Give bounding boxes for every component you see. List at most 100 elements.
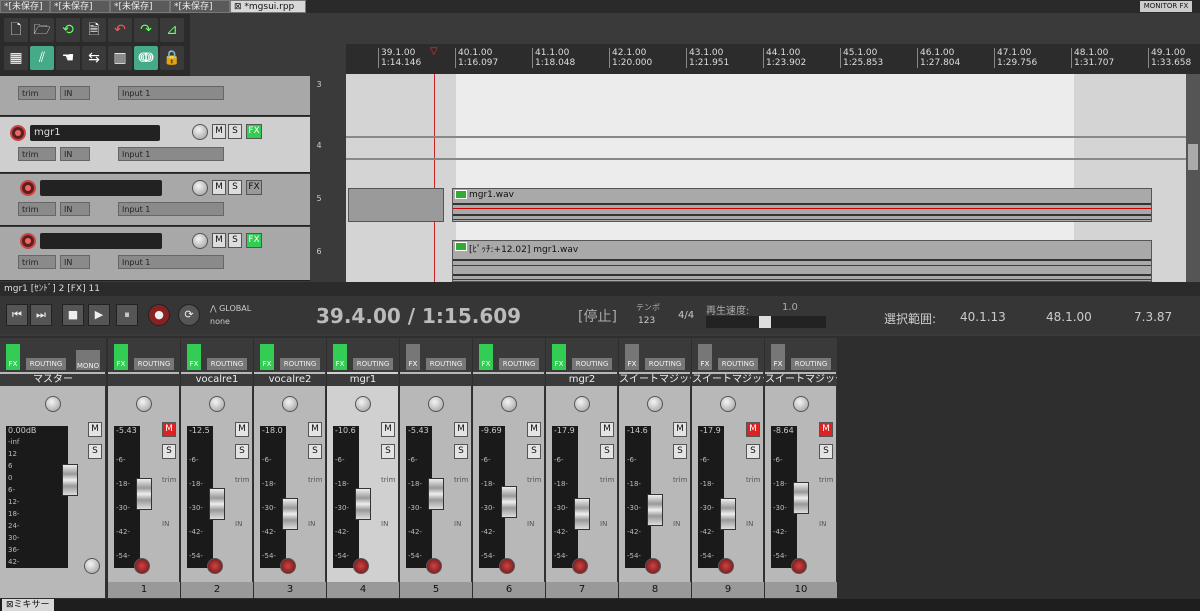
- solo-button[interactable]: S: [162, 444, 176, 459]
- media-item[interactable]: mgr1.wav: [452, 188, 1152, 222]
- selection-length[interactable]: 7.3.87: [1134, 310, 1172, 324]
- locking-icon[interactable]: 🔒: [160, 46, 184, 70]
- mixer-strip[interactable]: FX ROUTING スイートマジックc -14.6 -6- -18- -30- -42- -5…: [619, 338, 691, 598]
- solo-button[interactable]: S: [228, 180, 242, 195]
- solo-button[interactable]: S: [381, 444, 395, 459]
- routing-button[interactable]: ROUTING: [134, 358, 174, 370]
- input-select[interactable]: Input 1: [118, 202, 224, 216]
- volume-readout[interactable]: -5.43: [408, 426, 429, 435]
- track-name[interactable]: mgr1: [30, 125, 160, 141]
- trim-label[interactable]: trim: [381, 476, 395, 484]
- record-arm-button[interactable]: [207, 558, 223, 574]
- volume-readout[interactable]: 0.00dB: [8, 426, 36, 435]
- solo-button[interactable]: S: [228, 233, 242, 248]
- pause-button[interactable]: ⏸: [116, 304, 138, 326]
- trim-label[interactable]: trim: [673, 476, 687, 484]
- mute-button[interactable]: M: [746, 422, 760, 437]
- routing-button[interactable]: ROUTING: [645, 358, 685, 370]
- ripple-edit-icon[interactable]: ☚: [56, 46, 80, 70]
- vertical-scrollbar[interactable]: [1186, 74, 1200, 282]
- pan-knob[interactable]: [501, 396, 517, 412]
- mute-button[interactable]: M: [212, 233, 226, 248]
- mute-button[interactable]: M: [212, 124, 226, 139]
- envelope-lock-icon[interactable]: ▥: [108, 46, 132, 70]
- trim-button[interactable]: trim: [18, 147, 56, 161]
- volume-fader[interactable]: [574, 498, 590, 530]
- selection-end[interactable]: 48.1.00: [1046, 310, 1092, 324]
- trim-label[interactable]: trim: [162, 476, 176, 484]
- volume-knob[interactable]: [192, 124, 208, 140]
- strip-name[interactable]: [473, 374, 545, 386]
- trim-label[interactable]: trim: [600, 476, 614, 484]
- mixer-strip[interactable]: FX ROUTING スイートマジックc -17.9 -6- -18- -30- -42- -5…: [692, 338, 764, 598]
- open-project-icon[interactable]: 🗁: [30, 18, 54, 42]
- snap-icon[interactable]: ⫽: [30, 46, 54, 70]
- record-arm-button[interactable]: [499, 558, 515, 574]
- undo-icon[interactable]: ↶: [108, 18, 132, 42]
- strip-name[interactable]: スイートマジックc: [619, 374, 691, 386]
- mixer-strip[interactable]: FX ROUTING -5.43 -6- -18- -30- -42- -54- M Strim I…: [400, 338, 472, 598]
- mute-button[interactable]: M: [212, 180, 226, 195]
- mute-button[interactable]: M: [162, 422, 176, 437]
- pan-knob[interactable]: [647, 396, 663, 412]
- strip-name[interactable]: スイートマジック: [765, 374, 837, 386]
- routing-button[interactable]: ROUTING: [791, 358, 831, 370]
- record-arm-button[interactable]: [426, 558, 442, 574]
- volume-fader[interactable]: [428, 478, 444, 510]
- input-toggle[interactable]: IN: [60, 147, 90, 161]
- master-volume-fader[interactable]: [62, 464, 78, 496]
- timeline-ruler[interactable]: 39.1.00 1:14.146 40.1.00 1:16.097 41.1.00 1…: [346, 44, 1200, 74]
- pitch-envelope[interactable]: [453, 208, 1151, 209]
- play-button[interactable]: ▶: [88, 304, 110, 326]
- project-tab[interactable]: *[未保存]: [50, 0, 110, 13]
- solo-button[interactable]: S: [819, 444, 833, 459]
- record-arm-button[interactable]: [20, 233, 36, 249]
- mute-button[interactable]: M: [673, 422, 687, 437]
- go-to-start-button[interactable]: ⏮: [6, 304, 28, 326]
- solo-button[interactable]: S: [454, 444, 468, 459]
- trim-button[interactable]: trim: [18, 86, 56, 100]
- redo-icon[interactable]: ↷: [134, 18, 158, 42]
- fx-button[interactable]: FX: [625, 344, 639, 370]
- volume-fader[interactable]: [501, 486, 517, 518]
- go-to-end-button[interactable]: ⏭: [30, 304, 52, 326]
- input-label[interactable]: IN: [527, 520, 534, 528]
- record-arm-button[interactable]: [280, 558, 296, 574]
- trim-label[interactable]: trim: [819, 476, 833, 484]
- mute-button[interactable]: M: [88, 422, 102, 437]
- trim-label[interactable]: trim: [527, 476, 541, 484]
- media-item[interactable]: [ﾋﾟｯﾁ:+12.02] mgr1.wav: [452, 240, 1152, 282]
- arrange-view[interactable]: mgr1.wav [ﾋﾟｯﾁ:+12.02] mgr1.wav: [346, 74, 1200, 282]
- repeat-button[interactable]: ⟳: [178, 304, 200, 326]
- mute-button[interactable]: M: [381, 422, 395, 437]
- strip-name[interactable]: スイートマジックc: [692, 374, 764, 386]
- pan-knob[interactable]: [209, 396, 225, 412]
- mono-button[interactable]: MONO: [76, 350, 100, 370]
- playrate-slider[interactable]: [706, 316, 826, 328]
- volume-fader[interactable]: [282, 498, 298, 530]
- solo-button[interactable]: S: [746, 444, 760, 459]
- project-tab[interactable]: *[未保存]: [170, 0, 230, 13]
- pan-knob[interactable]: [574, 396, 590, 412]
- input-toggle[interactable]: IN: [60, 86, 90, 100]
- record-arm-button[interactable]: [353, 558, 369, 574]
- volume-readout[interactable]: -17.9: [554, 426, 575, 435]
- input-toggle[interactable]: IN: [60, 255, 90, 269]
- track-row[interactable]: M S FX trim IN Input 1 6: [0, 227, 322, 281]
- grid-icon[interactable]: ▦: [4, 46, 28, 70]
- fx-button[interactable]: FX: [552, 344, 566, 370]
- input-label[interactable]: IN: [454, 520, 461, 528]
- fx-button[interactable]: FX: [6, 344, 20, 370]
- edit-cursor-marker[interactable]: ▽: [430, 46, 438, 57]
- volume-fader[interactable]: [355, 488, 371, 520]
- mute-button[interactable]: M: [600, 422, 614, 437]
- close-icon[interactable]: ⊠: [6, 600, 14, 610]
- item-grouping-icon[interactable]: ⇆: [82, 46, 106, 70]
- pan-knob[interactable]: [282, 396, 298, 412]
- new-project-icon[interactable]: 🗋: [4, 18, 28, 42]
- input-select[interactable]: Input 1: [118, 147, 224, 161]
- trim-label[interactable]: trim: [746, 476, 760, 484]
- mixer-strip[interactable]: FX ROUTING スイートマジック -8.64 -6- -18- -30- -42- -54…: [765, 338, 837, 598]
- volume-readout[interactable]: -9.69: [481, 426, 502, 435]
- fx-button[interactable]: FX: [246, 124, 262, 139]
